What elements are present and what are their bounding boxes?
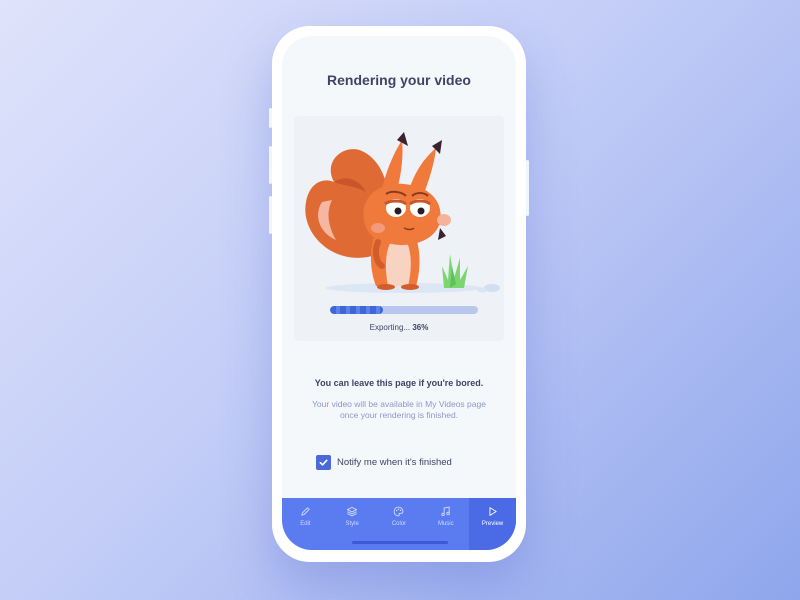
export-progress-fill xyxy=(330,306,384,314)
phone-volume-down-button xyxy=(269,196,272,234)
export-progress-bar xyxy=(330,306,478,314)
layers-icon xyxy=(347,506,358,517)
tab-preview-label: Preview xyxy=(481,521,504,527)
tab-color-label: Color xyxy=(391,521,407,527)
availability-message: Your video will be available in My Video… xyxy=(312,399,486,420)
phone-volume-up-button xyxy=(269,146,272,184)
tab-music-label: Music xyxy=(437,521,454,527)
export-progress-text: Exporting... 36% xyxy=(282,323,516,332)
progress-percent: 36% xyxy=(412,323,429,332)
tab-edit[interactable]: Edit xyxy=(282,498,329,550)
checkmark-icon xyxy=(319,459,328,466)
pencil-icon xyxy=(301,507,310,516)
notify-checkbox[interactable] xyxy=(316,455,331,470)
progress-label: Exporting... xyxy=(369,323,413,332)
music-note-icon xyxy=(441,506,451,517)
tab-preview[interactable]: Preview xyxy=(469,498,516,550)
phone-power-button xyxy=(526,160,529,216)
app-screen: Rendering your video Exporting... 36% Yo… xyxy=(282,36,516,550)
tab-style-label: Style xyxy=(345,521,359,527)
page-title: Rendering your video xyxy=(327,72,471,88)
leave-page-headline: You can leave this page if you're bored. xyxy=(314,378,484,388)
palette-icon xyxy=(394,506,404,517)
phone-mute-button xyxy=(269,108,272,128)
notify-label: Notify me when it's finished xyxy=(337,457,452,468)
tab-edit-label: Edit xyxy=(300,521,311,527)
home-indicator[interactable] xyxy=(352,541,448,544)
play-icon xyxy=(489,507,497,516)
notify-option[interactable]: Notify me when it's finished xyxy=(316,455,452,470)
